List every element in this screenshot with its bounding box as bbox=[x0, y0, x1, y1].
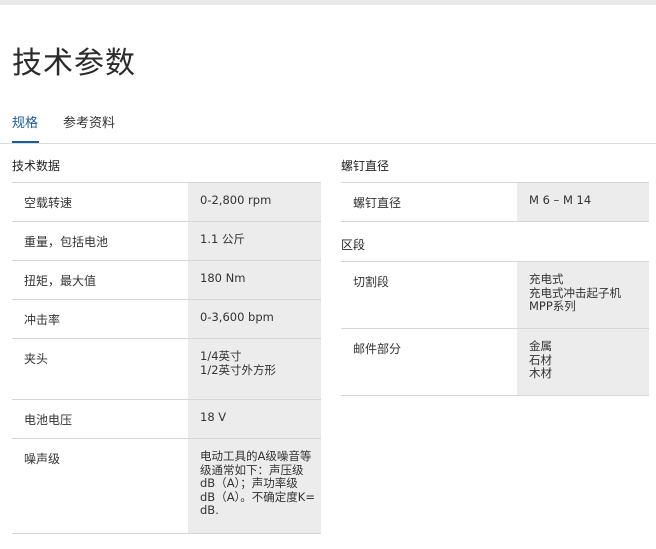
spec-label: 切割段 bbox=[353, 275, 390, 289]
spec-label: 邮件部分 bbox=[353, 342, 402, 356]
spec-value: 1/4英寸 1/2英寸外方形 bbox=[188, 339, 321, 399]
spec-value: 电动工具的A级噪音等 级通常如下：声压级 dB（A）；声功率级 dB（A）。不确… bbox=[188, 439, 321, 533]
table-row: 邮件部分 金属 石材 木材 bbox=[341, 329, 649, 396]
spec-value: 金属 石材 木材 bbox=[517, 329, 649, 395]
spec-label: 冲击率 bbox=[24, 313, 61, 327]
tab-references[interactable]: 参考资料 bbox=[63, 112, 115, 143]
spec-label: 重量，包括电池 bbox=[24, 235, 109, 249]
spec-label: 空载转速 bbox=[24, 196, 73, 210]
table-row: 冲击率 0-3,600 bpm bbox=[12, 300, 321, 339]
spec-label: 夹头 bbox=[24, 352, 49, 366]
spec-label: 扭矩，最大值 bbox=[24, 274, 97, 288]
spec-value: M 6 – M 14 bbox=[517, 183, 649, 221]
table-row: 螺钉直径 M 6 – M 14 bbox=[341, 183, 649, 222]
tab-specifications[interactable]: 规格 bbox=[12, 112, 39, 143]
table-row: 空载转速 0-2,800 rpm bbox=[12, 183, 321, 222]
spec-value: 18 V bbox=[188, 400, 321, 438]
technical-data-table: 技术数据 空载转速 0-2,800 rpm 重量，包括电池 1.1 公斤 扭矩，… bbox=[12, 157, 321, 534]
spec-label: 电池电压 bbox=[24, 413, 73, 427]
section-title-segment: 区段 bbox=[341, 236, 649, 262]
section-title-technical-data: 技术数据 bbox=[12, 157, 321, 183]
table-row: 扭矩，最大值 180 Nm bbox=[12, 261, 321, 300]
table-row: 切割段 充电式 充电式冲击起子机 MPP系列 bbox=[341, 262, 649, 329]
spec-label: 螺钉直径 bbox=[353, 196, 402, 210]
top-bar bbox=[0, 0, 656, 5]
spec-value: 180 Nm bbox=[188, 261, 321, 299]
table-row: 重量，包括电池 1.1 公斤 bbox=[12, 222, 321, 261]
spec-value: 充电式 充电式冲击起子机 MPP系列 bbox=[517, 262, 649, 328]
spec-label: 噪声级 bbox=[24, 452, 61, 466]
right-column: 螺钉直径 螺钉直径 M 6 – M 14 区段 切割段 充电式 充电式冲击起子机… bbox=[341, 157, 649, 396]
section-title-screw-diameter: 螺钉直径 bbox=[341, 157, 649, 183]
table-row: 噪声级 电动工具的A级噪音等 级通常如下：声压级 dB（A）；声功率级 dB（A… bbox=[12, 439, 321, 534]
spec-value: 0-2,800 rpm bbox=[188, 183, 321, 221]
table-row: 电池电压 18 V bbox=[12, 400, 321, 439]
spec-value: 0-3,600 bpm bbox=[188, 300, 321, 338]
page-title: 技术参数 bbox=[12, 46, 136, 81]
spec-value: 1.1 公斤 bbox=[188, 222, 321, 260]
table-row: 夹头 1/4英寸 1/2英寸外方形 bbox=[12, 339, 321, 400]
tab-bar: 规格 参考资料 bbox=[0, 100, 656, 144]
